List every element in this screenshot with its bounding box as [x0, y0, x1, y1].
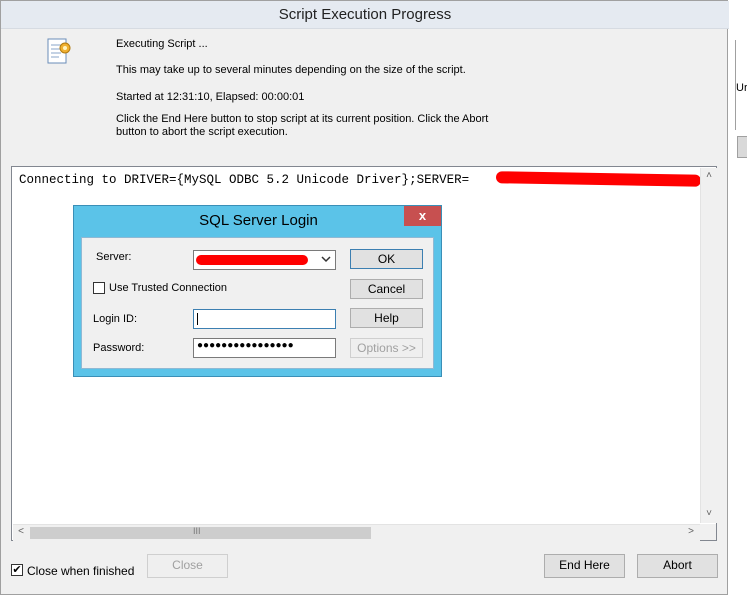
- scroll-right-icon[interactable]: >: [683, 526, 699, 537]
- password-value: ●●●●●●●●●●●●●●●●: [197, 340, 294, 351]
- password-label: Password:: [93, 342, 145, 354]
- close-when-finished-label: Close when finished: [27, 564, 135, 578]
- login-dialog-body: Server: Use Trusted Connection Login ID:…: [81, 237, 434, 369]
- executing-status: Executing Script ...: [116, 38, 208, 50]
- trusted-connection-label: Use Trusted Connection: [109, 282, 228, 294]
- thumb-grip: III: [193, 526, 201, 536]
- text-cursor: [197, 313, 198, 325]
- login-id-input[interactable]: [193, 309, 336, 329]
- vertical-scrollbar[interactable]: ˄ ˅: [700, 168, 717, 523]
- scroll-down-icon[interactable]: ˅: [701, 508, 717, 519]
- background-window-panel: Ur: [735, 40, 747, 130]
- help-text-line2: button to abort the script execution.: [116, 126, 288, 138]
- output-log-text: Connecting to DRIVER={MySQL ODBC 5.2 Uni…: [19, 173, 470, 187]
- close-icon[interactable]: x: [404, 206, 441, 226]
- help-button[interactable]: Help: [350, 308, 423, 328]
- options-button[interactable]: Options >>: [350, 338, 423, 358]
- timing-status: Started at 12:31:10, Elapsed: 00:00:01: [116, 91, 305, 103]
- background-window-bar: [737, 136, 747, 158]
- scroll-up-icon[interactable]: ˄: [701, 170, 717, 181]
- close-button[interactable]: Close: [147, 554, 228, 578]
- login-dialog-title: SQL Server Login: [199, 212, 318, 229]
- ok-button[interactable]: OK: [350, 249, 423, 269]
- login-id-label: Login ID:: [93, 313, 138, 325]
- horizontal-scrollbar[interactable]: < III >: [13, 524, 700, 541]
- script-edit-icon: [43, 36, 75, 68]
- server-select[interactable]: [193, 250, 336, 270]
- trusted-connection-checkbox[interactable]: [93, 282, 105, 294]
- chevron-down-icon[interactable]: [321, 254, 333, 267]
- window-title: Script Execution Progress: [278, 6, 452, 23]
- cancel-button[interactable]: Cancel: [350, 279, 423, 299]
- help-text-line1: Click the End Here button to stop script…: [116, 113, 489, 125]
- script-execution-window: Script Execution Progress Executing Scri…: [0, 0, 729, 595]
- sql-server-login-dialog: SQL Server Login x Server: Use Trusted C…: [73, 205, 442, 377]
- duration-note: This may take up to several minutes depe…: [116, 64, 466, 76]
- password-input[interactable]: ●●●●●●●●●●●●●●●●: [193, 338, 336, 358]
- horizontal-scroll-thumb[interactable]: III: [30, 526, 371, 539]
- background-text: Ur: [736, 82, 747, 94]
- scrollbar-corner: [700, 524, 716, 540]
- abort-button[interactable]: Abort: [637, 554, 718, 578]
- close-when-finished-checkbox[interactable]: ✔: [11, 564, 23, 576]
- title-bar[interactable]: Script Execution Progress: [1, 1, 729, 29]
- end-here-button[interactable]: End Here: [544, 554, 625, 578]
- redaction-mark: [196, 255, 308, 265]
- scroll-left-icon[interactable]: <: [13, 526, 29, 537]
- redaction-mark: [495, 171, 702, 187]
- server-label: Server:: [96, 251, 132, 263]
